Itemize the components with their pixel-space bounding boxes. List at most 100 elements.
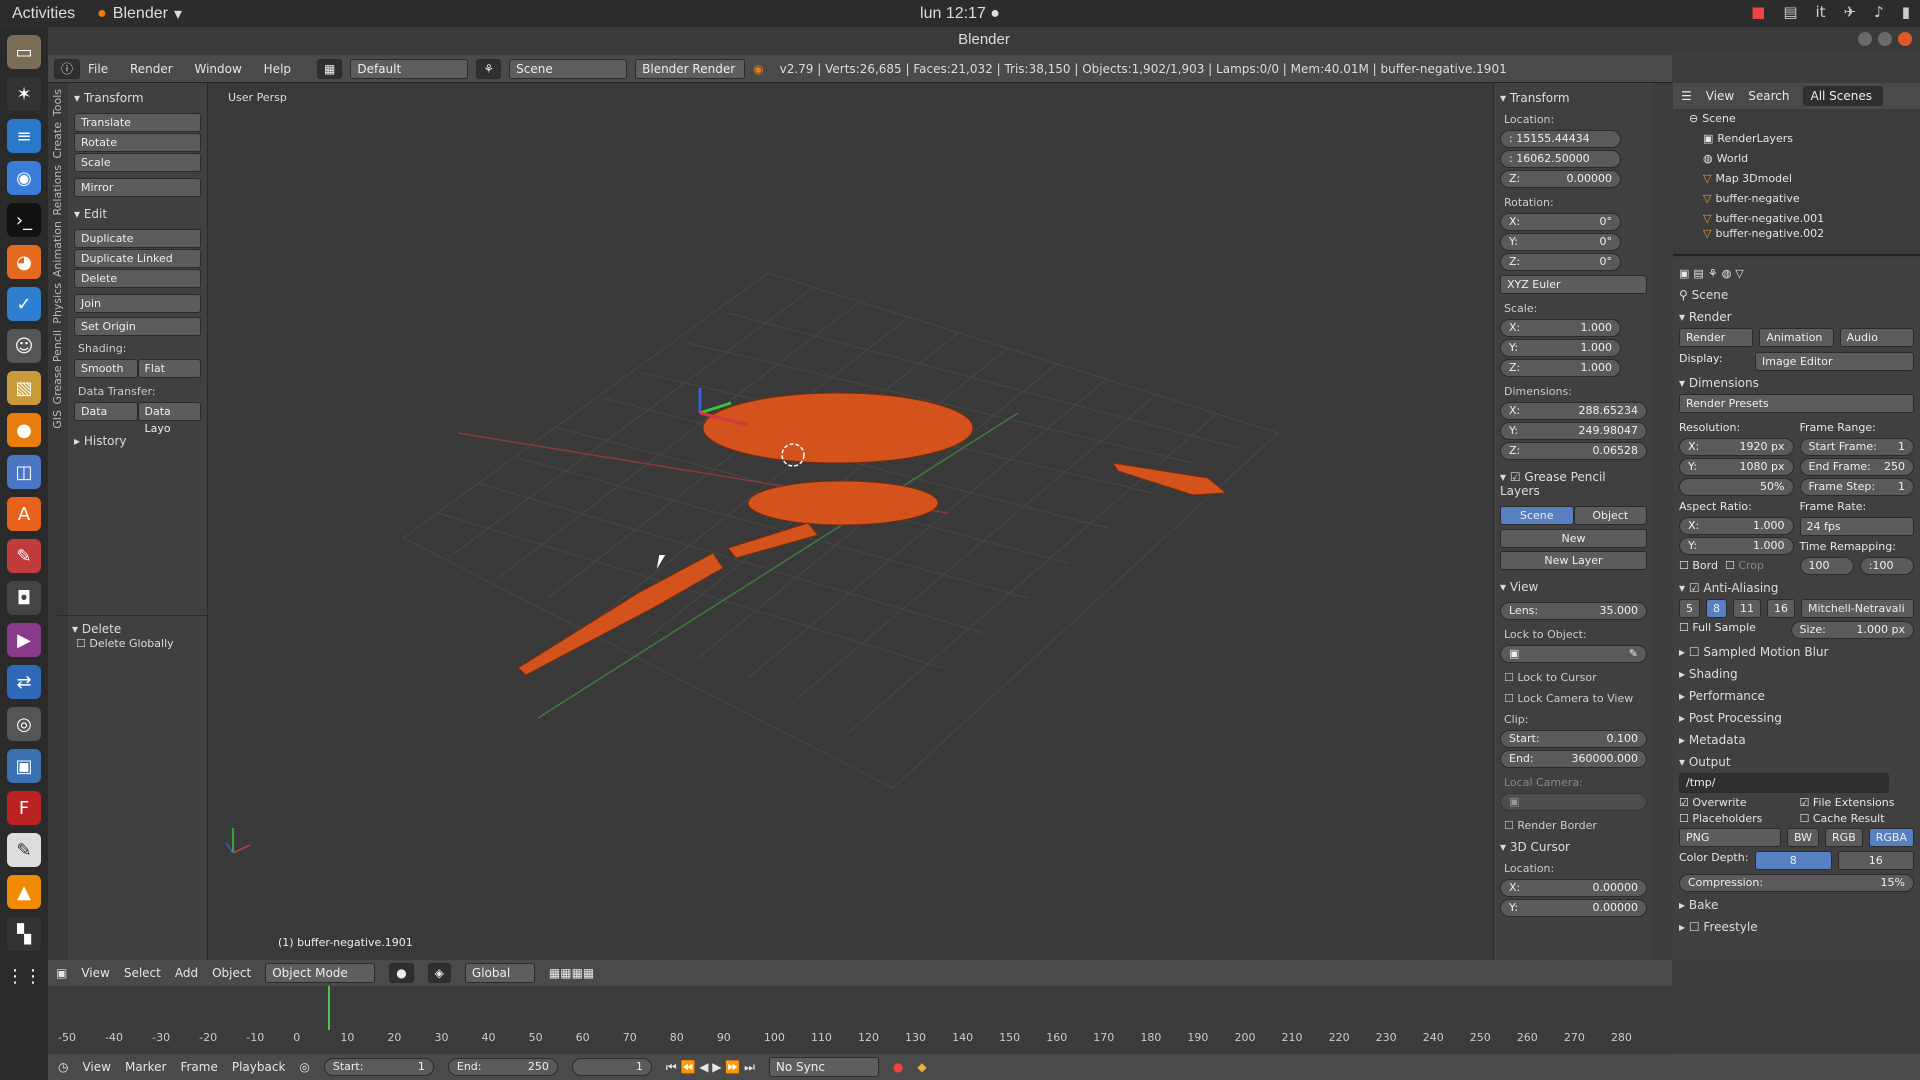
tab-physics[interactable]: Physics [51,283,64,324]
transform-section-header[interactable]: ▾ Transform [74,91,201,105]
engine-select[interactable]: Blender Render [635,58,746,79]
layout-select[interactable]: Default [350,58,469,79]
battery-icon[interactable]: ▮ [1902,3,1910,21]
object-context-icon[interactable]: ▽ [1735,267,1743,280]
timeline-end-field[interactable]: End: 250 [447,1058,558,1076]
camera-icon[interactable]: ◘ [7,581,41,615]
edit-section-header[interactable]: ▾ Edit [74,207,201,221]
browser-icon[interactable]: ✓ [7,287,41,321]
eyedropper-icon[interactable]: ✎ [1629,646,1638,662]
aa-5-button[interactable]: 5 [1679,599,1700,618]
dimensions-panel-header[interactable]: ▾ Dimensions [1679,372,1914,394]
3d-viewport[interactable]: User Persp (1) buffer-negative.1901 [208,83,1493,960]
delete-globally-checkbox[interactable]: ☐ Delete Globally [76,637,174,650]
view-panel-header[interactable]: ▾ View [1500,580,1647,594]
editor-type-icon[interactable]: ⓘ [54,58,81,79]
translate-button[interactable]: Translate [74,113,201,132]
smooth-button[interactable]: Smooth [74,359,138,378]
view3d-menu-add[interactable]: Add [175,966,198,980]
timeline-editor-icon[interactable]: ◷ [58,1060,68,1074]
layout-icon[interactable]: ▦ [317,58,343,79]
gp-scene-button[interactable]: Scene [1500,506,1574,525]
shading-mode-icon[interactable]: ● [389,963,414,983]
menu-window[interactable]: Window [195,62,242,76]
keying-set-icon[interactable]: ◆ [917,1060,926,1074]
dimension-y-field[interactable]: Y: 249.98047 [1500,422,1647,440]
rgba-button[interactable]: RGBA [1868,828,1914,847]
compression-field[interactable]: Compression: 15% [1679,874,1914,892]
motion-blur-header[interactable]: ▸ ☐ Sampled Motion Blur [1679,641,1914,663]
aa-size-field[interactable]: Size: 1.000 px [1790,621,1914,639]
cursor-x-field[interactable]: X: 0.00000 [1500,879,1647,897]
delete-button[interactable]: Delete [74,269,201,288]
sync-select[interactable]: No Sync [768,1057,879,1077]
render-border-checkbox[interactable]: ☐ Render Border [1504,819,1647,832]
menu-file[interactable]: File [88,62,108,76]
3d-cursor-header[interactable]: ▾ 3D Cursor [1500,840,1647,854]
data-button[interactable]: Data [74,402,138,421]
aspect-x-field[interactable]: X: 1.000 [1679,517,1794,535]
settings-icon[interactable]: ✎ [7,539,41,573]
world-context-icon[interactable]: ◍ [1722,267,1732,280]
outliner-filter-select[interactable]: All Scenes [1803,86,1884,106]
timeline-menu-frame[interactable]: Frame [180,1060,217,1074]
rotation-y-field[interactable]: Y: 0° [1500,233,1621,251]
clip-start-field[interactable]: Start: 0.100 [1500,730,1647,748]
location-z-field[interactable]: Z: 0.00000 [1500,170,1621,188]
layers-grid-icon[interactable]: ▦▦▦▦ [549,966,594,980]
tab-relations[interactable]: Relations [51,165,64,216]
local-camera-field[interactable]: ▣ [1500,793,1647,811]
mirror-button[interactable]: Mirror [74,178,201,197]
outliner-item-world[interactable]: ◍ World [1673,149,1920,169]
box-icon[interactable]: ▣ [7,749,41,783]
layers-context-icon[interactable]: ▤ [1693,267,1703,280]
record-icon[interactable]: ■ [1751,3,1765,21]
frame-step-field[interactable]: Frame Step: 1 [1799,478,1914,496]
chromium-icon[interactable]: ◉ [7,161,41,195]
performance-header[interactable]: ▸ Performance [1679,685,1914,707]
software-icon[interactable]: A [7,497,41,531]
mode-select[interactable]: Object Mode [265,963,376,983]
menu-help[interactable]: Help [264,62,291,76]
location-y-field[interactable]: : 16062.50000 [1500,150,1621,168]
tab-animation[interactable]: Animation [51,221,64,277]
clip-end-field[interactable]: End: 360000.000 [1500,750,1647,768]
outliner-item-buffer-002[interactable]: ▽ buffer-negative.002 [1673,229,1920,239]
rotation-x-field[interactable]: X: 0° [1500,213,1621,231]
writer-icon[interactable]: ≡ [7,119,41,153]
record-keyframe-icon[interactable]: ● [893,1060,903,1074]
apps-grid-icon[interactable]: ⋮⋮ [6,959,42,993]
outliner-item-buffer[interactable]: ▽ buffer-negative [1673,189,1920,209]
freestyle-header[interactable]: ▸ ☐ Freestyle [1679,916,1914,938]
lock-object-field[interactable]: ▣ ✎ [1500,645,1647,663]
cache-result-checkbox[interactable]: ☐ Cache Result [1800,812,1915,825]
remap-new-field[interactable]: :100 [1859,557,1914,575]
gimp-icon[interactable]: ☺ [7,329,41,363]
blender-app-icon[interactable]: ✶ [7,77,41,111]
history-section-header[interactable]: ▸ History [74,434,201,448]
clock[interactable]: lun 12:17 ● [0,5,1920,23]
rotation-mode-select[interactable]: XYZ Euler [1500,275,1647,294]
gp-new-layer-button[interactable]: New Layer [1500,551,1647,570]
menu-render[interactable]: Render [130,62,173,76]
render-context-icon[interactable]: ▣ [1679,267,1689,280]
volume-icon[interactable]: ♪ [1874,3,1884,21]
display-select[interactable]: Image Editor [1755,352,1914,371]
outliner-menu-search[interactable]: Search [1748,89,1789,103]
res-x-field[interactable]: X: 1920 px [1679,438,1794,456]
activities-button[interactable]: Activities [0,5,87,23]
full-sample-checkbox[interactable]: ☐ Full Sample [1679,621,1785,641]
outliner-menu-view[interactable]: View [1706,89,1734,103]
draw-icon[interactable]: ▧ [7,371,41,405]
language-indicator[interactable]: it [1816,3,1826,21]
gp-new-button[interactable]: New [1500,529,1647,548]
vlc-icon[interactable]: ▲ [7,875,41,909]
rgb-button[interactable]: RGB [1825,828,1863,847]
bake-header[interactable]: ▸ Bake [1679,894,1914,916]
lock-to-cursor-checkbox[interactable]: ☐ Lock to Cursor [1504,671,1647,684]
timeline-menu-playback[interactable]: Playback [232,1060,286,1074]
clipboard-icon[interactable]: ▤ [1783,3,1797,21]
timeline-menu-view[interactable]: View [82,1060,110,1074]
clapper-icon[interactable]: ▚ [7,917,41,951]
transform-panel-header[interactable]: ▾ Transform [1500,91,1647,105]
